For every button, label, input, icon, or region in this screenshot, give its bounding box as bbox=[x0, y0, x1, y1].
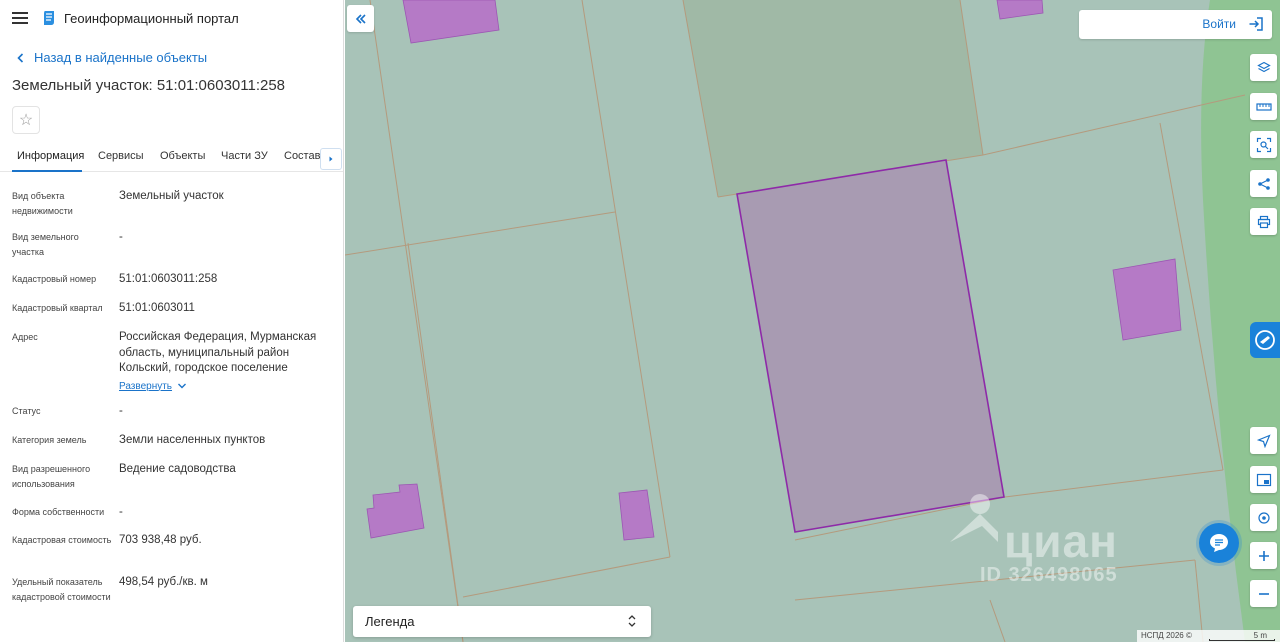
property-value: 51:01:0603011:258 bbox=[119, 273, 218, 285]
property-label: Вид объекта недвижимости bbox=[12, 191, 73, 216]
chat-button[interactable] bbox=[1199, 523, 1239, 563]
share-button[interactable] bbox=[1250, 170, 1277, 197]
favorite-button[interactable]: ☆ bbox=[12, 106, 40, 134]
portal-title: Геоинформационный портал bbox=[64, 11, 239, 26]
login-label: Войти bbox=[1202, 17, 1236, 31]
print-icon bbox=[1257, 215, 1270, 228]
sidebar: Геоинформационный портал Назад в найденн… bbox=[0, 0, 344, 642]
tab-bar: Информация Сервисы Объекты Части ЗУ Сост… bbox=[0, 144, 343, 172]
area-select-button[interactable] bbox=[1250, 131, 1277, 158]
property-value: - bbox=[119, 405, 123, 417]
property-label: Кадастровый номер bbox=[12, 274, 97, 284]
property-value: 703 938,48 руб. bbox=[119, 534, 202, 546]
property-label: Вид земельного участка bbox=[12, 232, 79, 257]
chat-icon bbox=[1210, 534, 1228, 552]
locate-button[interactable] bbox=[1250, 427, 1277, 454]
property-label: Адрес bbox=[12, 332, 38, 342]
property-value: 51:01:0603011 bbox=[119, 302, 195, 314]
building bbox=[366, 483, 425, 539]
portal-logo-icon bbox=[44, 11, 54, 25]
property-value: - bbox=[119, 231, 123, 243]
copyright: НСПД 2026 © bbox=[1141, 631, 1192, 640]
chevron-down-icon bbox=[178, 383, 187, 389]
watermark-id: ID 326498065 bbox=[980, 564, 1118, 586]
property-label: Форма собственности bbox=[12, 507, 105, 517]
sort-arrows-icon bbox=[628, 615, 636, 627]
collapse-sidebar-button[interactable] bbox=[347, 5, 374, 32]
minimap-button[interactable] bbox=[1250, 466, 1277, 493]
topbar: Геоинформационный портал bbox=[0, 0, 343, 36]
map-footer: НСПД 2026 © 5 m bbox=[1137, 630, 1280, 642]
back-link-label: Назад в найденные объекты bbox=[34, 50, 208, 65]
property-label: Вид разрешенного использования bbox=[12, 464, 91, 489]
caret-right-icon bbox=[329, 156, 333, 162]
tab-services[interactable]: Сервисы bbox=[98, 150, 144, 162]
menu-icon[interactable] bbox=[12, 12, 28, 24]
building bbox=[402, 0, 500, 44]
login-button[interactable]: Войти bbox=[1079, 10, 1272, 39]
scale-bar bbox=[1209, 639, 1275, 641]
feedback-widget-button[interactable] bbox=[1250, 322, 1280, 358]
property-value: Земельный участок bbox=[119, 190, 224, 202]
legend-label: Легенда bbox=[365, 614, 415, 629]
property-label: Кадастровый квартал bbox=[12, 303, 103, 313]
login-icon bbox=[1249, 17, 1263, 31]
area-select-icon bbox=[1256, 137, 1271, 152]
property-value: 498,54 руб./кв. м bbox=[119, 576, 208, 588]
map-canvas[interactable] bbox=[345, 0, 1280, 642]
share-icon bbox=[1257, 177, 1270, 190]
building bbox=[1112, 258, 1182, 341]
geolocation-button[interactable] bbox=[1250, 504, 1277, 531]
layers-icon bbox=[1256, 61, 1271, 72]
building bbox=[996, 0, 1044, 20]
minimap-icon bbox=[1256, 473, 1271, 486]
ruler-button[interactable] bbox=[1250, 93, 1277, 120]
zoom-in-button[interactable] bbox=[1250, 542, 1277, 569]
map-layer bbox=[345, 0, 1280, 642]
property-label: Удельный показатель кадастровой стоимост… bbox=[12, 577, 111, 602]
property-value: - bbox=[119, 506, 123, 518]
expand-label: Развернуть bbox=[119, 380, 173, 392]
property-value: Ведение садоводства bbox=[119, 463, 236, 475]
ruler-icon bbox=[1255, 102, 1272, 111]
watermark-brand: циан bbox=[1004, 515, 1118, 567]
tab-information[interactable]: Информация bbox=[17, 150, 84, 162]
feedback-icon bbox=[1255, 330, 1275, 350]
chevron-left-icon bbox=[17, 52, 24, 63]
address-text: Российская Федерация, Мурманская область… bbox=[119, 331, 317, 374]
zoom-out-button[interactable] bbox=[1250, 580, 1277, 607]
back-link[interactable]: Назад в найденные объекты bbox=[14, 50, 207, 65]
property-label: Категория земель bbox=[12, 435, 87, 445]
double-chevron-left-icon bbox=[355, 13, 366, 24]
tab-composition[interactable]: Состав bbox=[284, 150, 320, 162]
active-tab-indicator bbox=[12, 170, 82, 172]
property-label: Статус bbox=[12, 406, 41, 416]
navigation-icon bbox=[1256, 433, 1271, 448]
property-value-address: Российская Федерация, Мурманская область… bbox=[119, 330, 334, 394]
tab-scroll-right-button[interactable] bbox=[320, 148, 342, 170]
tab-parts[interactable]: Части ЗУ bbox=[221, 150, 268, 162]
expand-address-link[interactable]: Развернуть bbox=[119, 379, 188, 395]
page-title: Земельный участок: 51:01:0603011:258 bbox=[12, 77, 286, 94]
layers-button[interactable] bbox=[1250, 54, 1277, 81]
legend-dropdown[interactable]: Легенда bbox=[353, 606, 651, 637]
selected-parcel bbox=[736, 159, 1005, 533]
cian-logo-icon bbox=[950, 494, 998, 542]
print-button[interactable] bbox=[1250, 208, 1277, 235]
minus-icon bbox=[1258, 592, 1269, 595]
star-icon: ☆ bbox=[18, 112, 34, 129]
building bbox=[618, 489, 655, 541]
property-label: Кадастровая стоимость bbox=[12, 535, 112, 545]
tab-objects[interactable]: Объекты bbox=[160, 150, 205, 162]
target-icon bbox=[1257, 511, 1270, 524]
property-value: Земли населенных пунктов bbox=[119, 434, 266, 446]
plus-icon bbox=[1258, 550, 1269, 561]
